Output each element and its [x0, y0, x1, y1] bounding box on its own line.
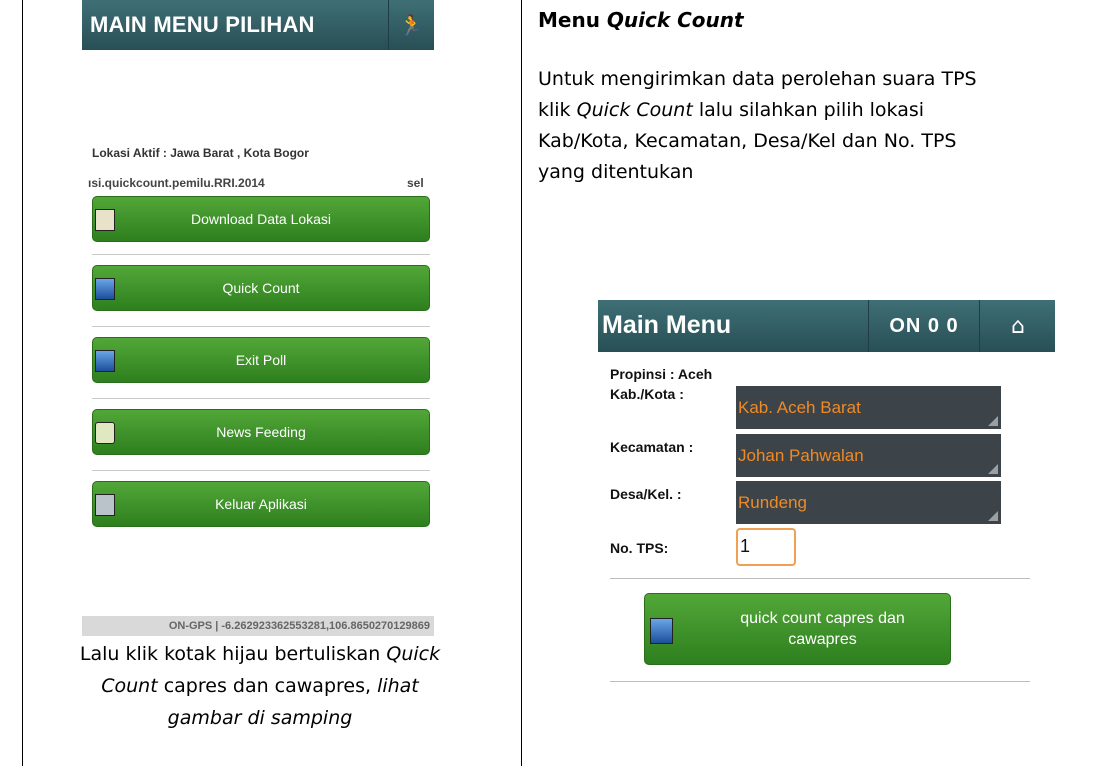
- quick-count-capres-button[interactable]: quick count capres dan cawapres: [644, 593, 951, 665]
- divider: [610, 578, 1030, 579]
- main-menu-screenshot: MAIN MENU PILIHAN 🏃 Lokasi Aktif : Jawa …: [82, 0, 434, 636]
- caption-italic: Count: [101, 675, 158, 697]
- status-indicator: ON 0 0: [868, 300, 979, 352]
- main-menu-title: MAIN MENU PILIHAN: [90, 12, 315, 37]
- button-label: quick count capres dan cawapres: [740, 610, 905, 648]
- caption-italic: gambar di samping: [167, 707, 353, 729]
- desa-kel-dropdown[interactable]: Rundeng: [736, 481, 1001, 524]
- dropdown-arrow-icon: [988, 464, 998, 474]
- section-title-plain: Menu: [538, 8, 607, 32]
- button-label: Quick Count: [222, 280, 300, 296]
- section-title-italic: Quick Count: [606, 8, 744, 32]
- divider: [92, 254, 430, 255]
- paragraph-line: yang ditentukan: [538, 161, 694, 183]
- main-menu-header: MAIN MENU PILIHAN 🏃: [82, 0, 434, 50]
- quick-count-screenshot: Main Menu ON 0 0 ⌂ Propinsi : Aceh Kab./…: [598, 300, 1055, 690]
- kecamatan-dropdown[interactable]: Johan Pahwalan: [736, 434, 1001, 477]
- kab-kota-dropdown[interactable]: Kab. Aceh Barat: [736, 386, 1001, 429]
- section-title: Menu Quick Count: [538, 8, 744, 32]
- divider: [92, 326, 430, 327]
- divider: [92, 398, 430, 399]
- main-menu-title: Main Menu: [602, 311, 732, 339]
- caption-italic: lihat: [377, 675, 419, 697]
- paragraph-line: lalu silahkan pilih lokasi: [692, 99, 925, 121]
- no-tps-label: No. TPS:: [610, 540, 669, 556]
- package-name-marquee: ısi.quickcount.pemilu.RRI.2014: [88, 176, 265, 190]
- paragraph-line: klik: [538, 99, 577, 121]
- dropdown-arrow-icon: [988, 511, 998, 521]
- caption-text: capres dan cawapres,: [157, 675, 378, 697]
- desa-kel-label: Desa/Kel. :: [610, 486, 682, 502]
- button-label: Download Data Lokasi: [190, 211, 332, 227]
- paragraph-line: Kab/Kota, Kecamatan, Desa/Kel dan No. TP…: [538, 130, 957, 152]
- caption-text: Lalu klik kotak hijau bertuliskan: [79, 643, 387, 665]
- gps-status-bar: ON-GPS | -6.262923362553281,106.86502701…: [82, 616, 434, 636]
- kecamatan-label: Kecamatan :: [610, 439, 694, 455]
- kab-kota-label: Kab./Kota :: [610, 386, 684, 402]
- instruction-paragraph: Untuk mengirimkan data perolehan suara T…: [538, 64, 1088, 188]
- no-tps-input[interactable]: 1: [736, 528, 796, 566]
- divider: [610, 681, 1030, 682]
- button-label: News Feeding: [216, 424, 306, 440]
- table-middle-border: [521, 0, 522, 766]
- home-icon[interactable]: ⌂: [979, 300, 1056, 352]
- divider: [92, 470, 430, 471]
- kecamatan-value: Johan Pahwalan: [738, 446, 864, 465]
- keluar-aplikasi-button[interactable]: Keluar Aplikasi: [92, 481, 430, 527]
- quick-count-button[interactable]: Quick Count: [92, 265, 430, 311]
- active-location-label: Lokasi Aktif : Jawa Barat , Kota Bogor: [92, 146, 309, 160]
- package-name-tail: sel: [407, 176, 424, 190]
- news-feeding-button[interactable]: News Feeding: [92, 409, 430, 455]
- caption-italic: Quick: [386, 643, 441, 665]
- paragraph-line: Untuk mengirimkan data perolehan suara T…: [538, 68, 977, 90]
- kab-kota-value: Kab. Aceh Barat: [738, 398, 861, 417]
- person-card-icon: [650, 618, 673, 644]
- desa-kel-value: Rundeng: [738, 493, 808, 512]
- propinsi-label: Propinsi : Aceh: [610, 366, 713, 382]
- download-data-lokasi-button[interactable]: Download Data Lokasi: [92, 196, 430, 242]
- quick-count-header: Main Menu ON 0 0 ⌂: [598, 300, 1055, 352]
- button-label: Exit Poll: [235, 352, 287, 368]
- dropdown-arrow-icon: [988, 416, 998, 426]
- runner-icon[interactable]: 🏃: [388, 0, 434, 50]
- exit-poll-button[interactable]: Exit Poll: [92, 337, 430, 383]
- paragraph-italic: Quick Count: [576, 99, 693, 121]
- button-label: Keluar Aplikasi: [215, 496, 307, 512]
- left-caption: Lalu klik kotak hijau bertuliskan Quick …: [10, 638, 510, 734]
